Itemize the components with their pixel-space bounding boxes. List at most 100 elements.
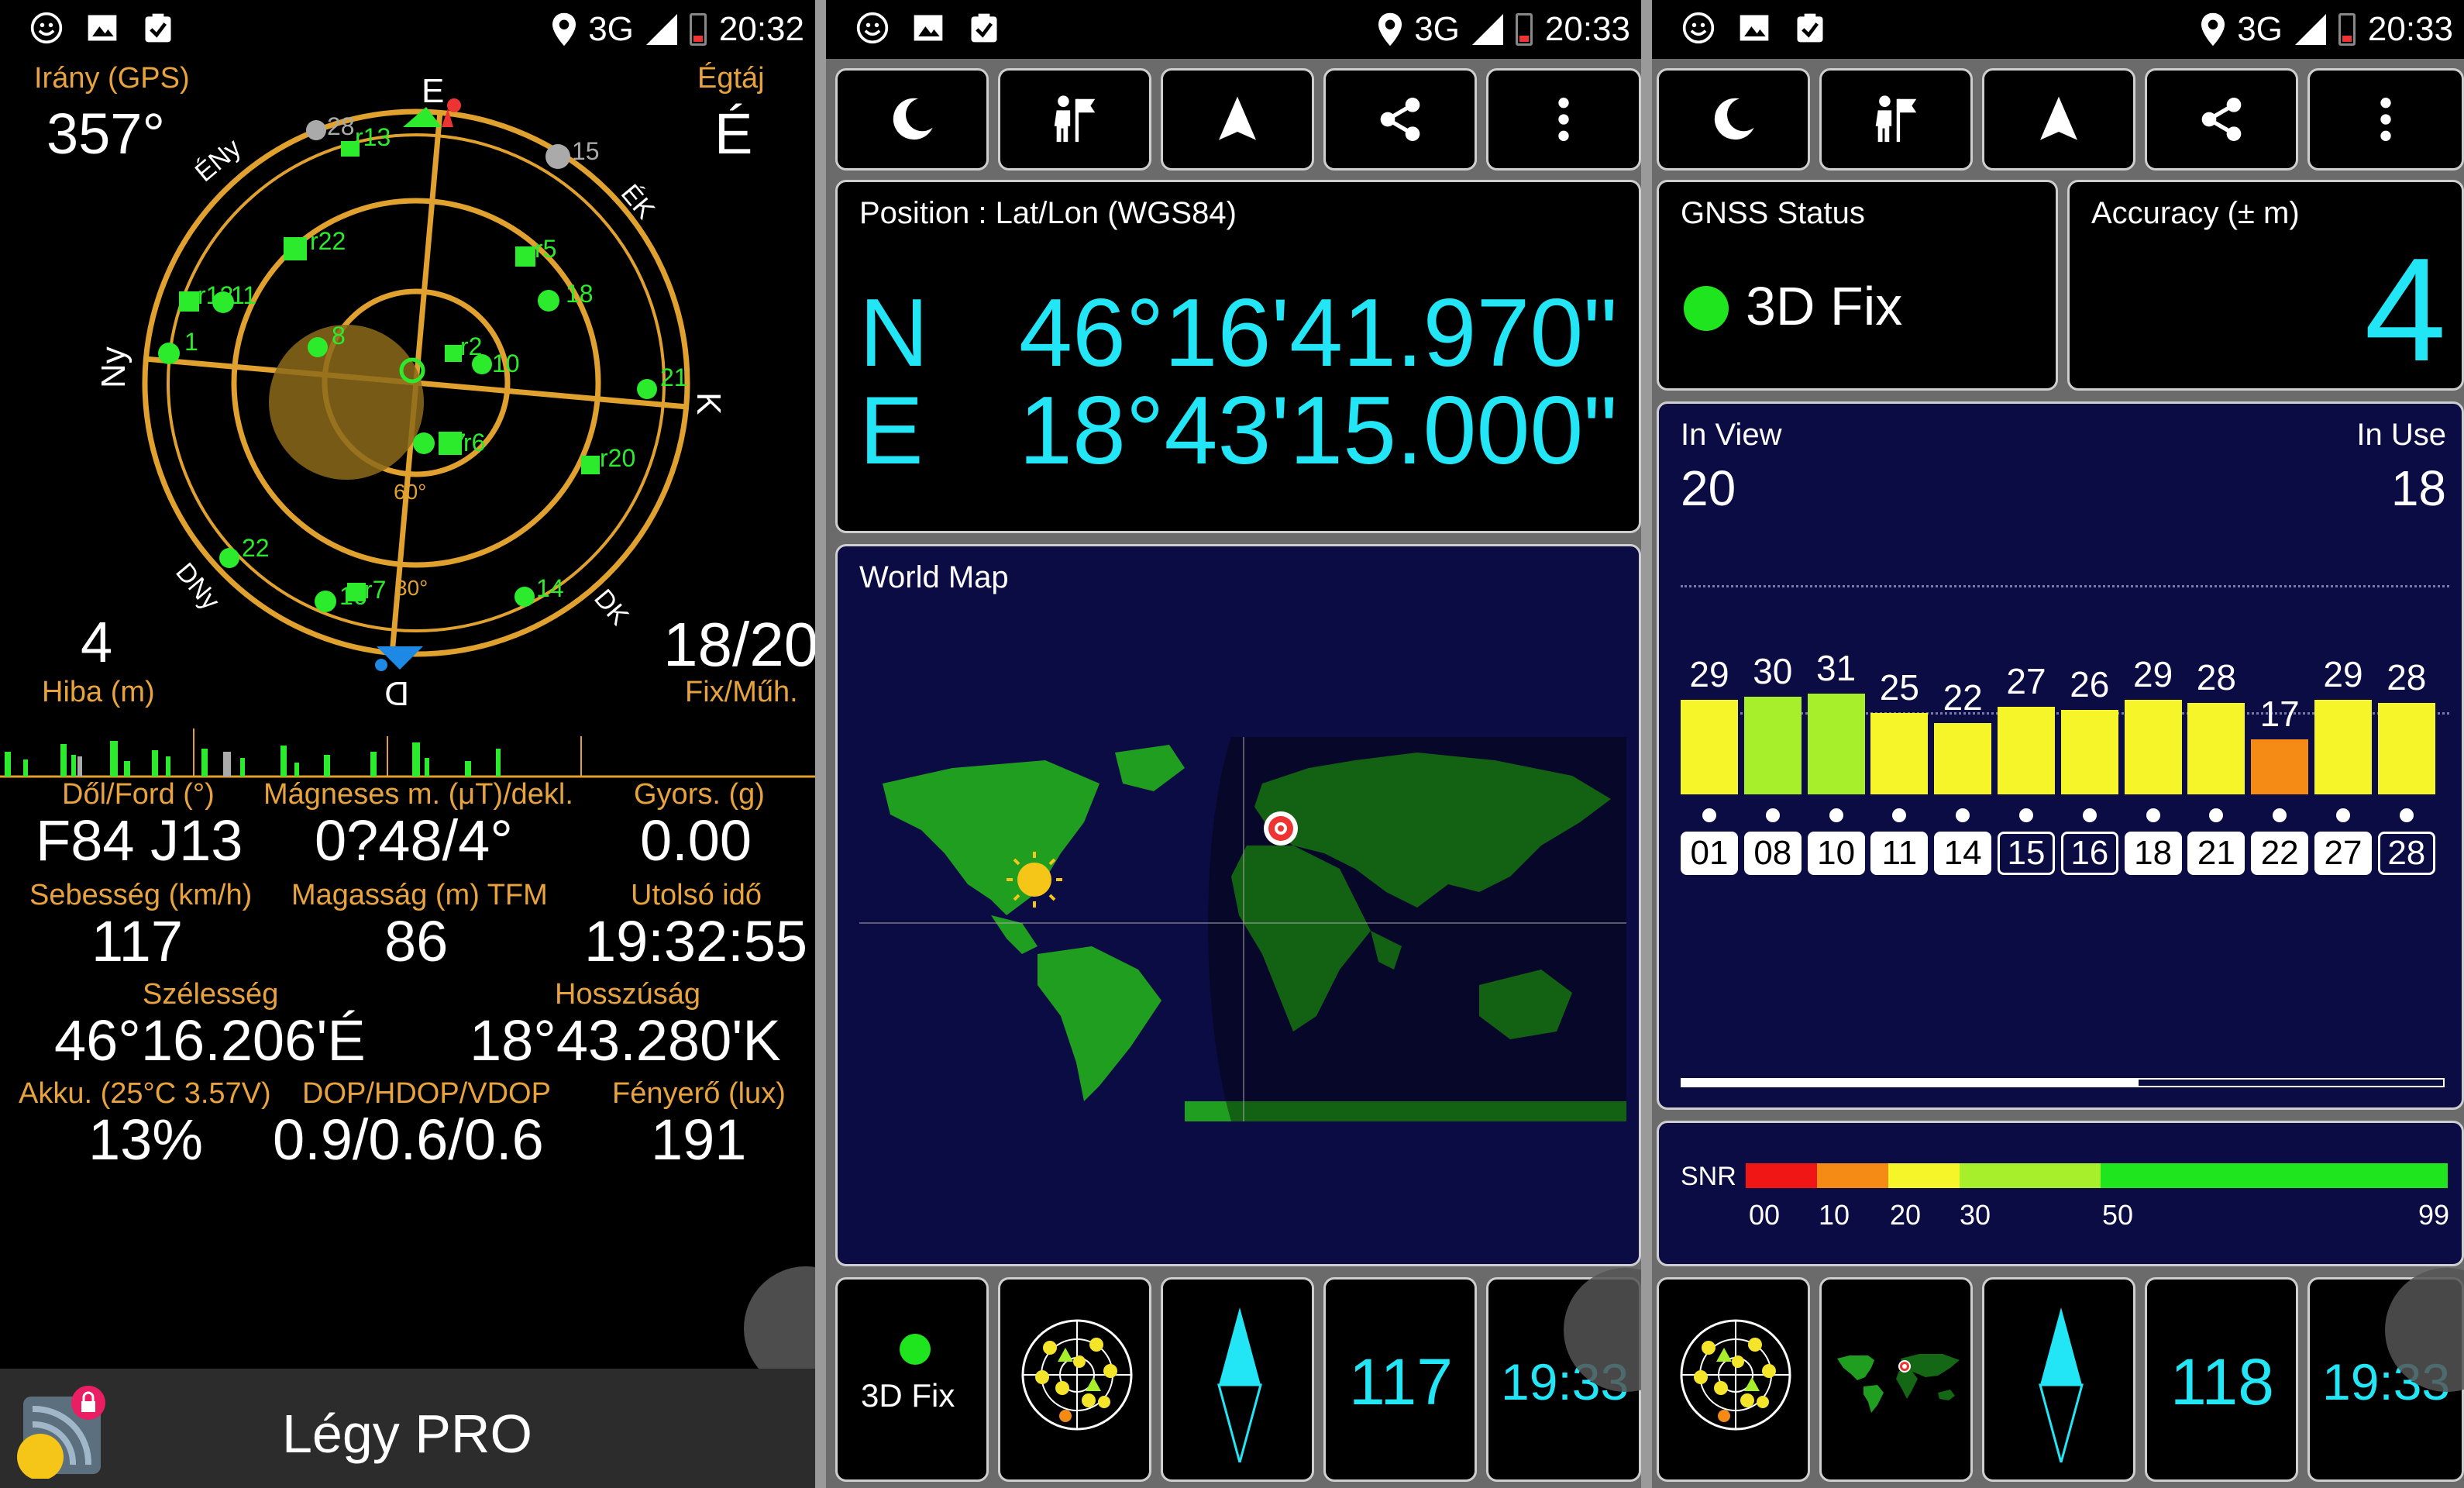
satellite-prn-label: 27 — [2314, 832, 2372, 875]
snr-bar-value: 22 — [1943, 677, 1983, 718]
speed-value: 118 — [2170, 1345, 2274, 1418]
satellite-prn-label: 08 — [1743, 832, 1802, 875]
share-button[interactable] — [2145, 68, 2298, 170]
fix-status-tile[interactable]: 3D Fix — [835, 1277, 989, 1482]
compass-tile[interactable] — [1161, 1277, 1314, 1482]
satellite-indicator-dot — [2336, 808, 2350, 822]
svg-text:16: 16 — [339, 582, 367, 610]
longitude-value: 18°43'15.000" — [1019, 377, 1618, 484]
speed-tile[interactable]: 117 — [1323, 1277, 1477, 1482]
sky-view-tile[interactable] — [998, 1277, 1151, 1482]
latitude-hemisphere: N — [859, 280, 929, 387]
emoji-icon — [30, 12, 63, 44]
compass-e: K — [690, 392, 728, 415]
scroll-thumb[interactable] — [1682, 1080, 2139, 1086]
compass-needle-icon — [1217, 1307, 1262, 1462]
compass-se: DK — [588, 584, 635, 631]
panel-divider-1 — [815, 0, 826, 1488]
error-label: Hiba (m) — [42, 676, 155, 708]
navigation-button[interactable] — [1982, 68, 2135, 170]
satellite-indicator-dot — [1892, 808, 1907, 822]
share-button[interactable] — [1323, 68, 1477, 170]
speed-value: 117 — [1349, 1345, 1453, 1418]
gnss-status-title: GNSS Status — [1681, 196, 1865, 230]
status-bar: 3G 20:33 — [826, 0, 1641, 59]
upgrade-pro-label[interactable]: Légy PRO — [282, 1403, 532, 1465]
night-mode-button[interactable] — [1657, 68, 1810, 170]
night-mode-button[interactable] — [835, 68, 989, 170]
snr-scale-20: 20 — [1890, 1199, 1922, 1231]
navigation-button[interactable] — [1161, 68, 1314, 170]
sun-shadow — [269, 325, 424, 480]
waypoint-button[interactable] — [998, 68, 1151, 170]
satellite-prn-label: 16 — [2060, 832, 2118, 875]
more-options-button[interactable] — [1486, 68, 1641, 170]
network-label: 3G — [588, 10, 634, 48]
satellite-indicator-dot — [1829, 808, 1843, 822]
image-icon — [914, 15, 943, 41]
svg-text:r13: r13 — [355, 123, 391, 151]
compass-tile[interactable] — [1982, 1277, 2135, 1482]
satellite-indicator-dot — [2146, 808, 2160, 822]
location-pin-icon — [1378, 12, 1402, 46]
svg-text:27: 27 — [439, 429, 466, 456]
grid-label-magnetic: Mágneses m. (μT)/dekl. — [263, 778, 573, 811]
waypoint-button[interactable] — [1819, 68, 1973, 170]
snr-bar — [2124, 700, 2182, 794]
emoji-icon — [1682, 12, 1715, 44]
satellite-prn-label: 01 — [1681, 832, 1738, 875]
snr-bar-value: 29 — [2133, 654, 2173, 695]
snr-bar-value: 28 — [2196, 657, 2236, 698]
accuracy-title: Accuracy (± m) — [2091, 196, 2300, 230]
grid-value-longitude: 18°43.280'K — [470, 1008, 781, 1073]
location-target-icon — [1264, 811, 1298, 846]
navigation-arrow-icon — [1219, 96, 1256, 140]
svg-text:28: 28 — [327, 112, 355, 140]
grid-value-altitude: 86 — [384, 909, 449, 973]
position-tile[interactable]: Position : Lat/Lon (WGS84) N 46°16'41.97… — [835, 180, 1641, 533]
clipboard-check-icon — [145, 13, 171, 43]
svg-text:r7: r7 — [364, 576, 386, 604]
speed-tile[interactable]: 118 — [2145, 1277, 2298, 1482]
more-options-button[interactable] — [2307, 68, 2464, 170]
panel-divider-2 — [1641, 0, 1652, 1488]
svg-text:11: 11 — [231, 281, 256, 309]
panel-gps-status: 3G 20:32 Irány (GPS) 357° Égtáj É r13 r2… — [0, 0, 815, 1488]
svg-text:r12: r12 — [198, 281, 233, 309]
grid-label-dop: DOP/HDOP/VDOP — [302, 1077, 551, 1110]
in-view-label: In View — [1681, 418, 1782, 452]
scroll-indicator[interactable] — [1681, 1078, 2445, 1087]
snr-bar — [2314, 700, 2372, 794]
snr-bar — [1681, 700, 1738, 794]
hiker-flag-icon — [1054, 95, 1096, 143]
svg-text:r2: r2 — [460, 332, 482, 360]
grid-label-speed: Sebesség (km/h) — [29, 879, 253, 911]
fix-label: Fix/Műh. — [685, 676, 798, 708]
grid-label-accel: Gyors. (g) — [634, 778, 765, 811]
error-value: 4 — [81, 610, 113, 674]
satellite-indicator-dot — [2082, 808, 2097, 822]
accuracy-tile[interactable]: Accuracy (± m) 4 — [2067, 180, 2464, 392]
ad-bar[interactable]: Légy PRO — [0, 1369, 815, 1488]
clipboard-check-icon — [1797, 13, 1823, 43]
snr-scale-00: 00 — [1749, 1199, 1781, 1231]
world-map-tile-small[interactable] — [1819, 1277, 1973, 1482]
grid-value-accel: 0.00 — [640, 808, 752, 873]
satellite-snr-tile[interactable]: In View 20 In Use 18 29 01 30 08 31 10 25 11 22 1… — [1657, 401, 2464, 1110]
world-map-tile[interactable]: World Map — [835, 544, 1641, 1266]
more-vert-icon — [1558, 98, 1569, 141]
snr-bar — [1807, 693, 1865, 794]
grid-value-latitude: 46°16.206'É — [54, 1008, 366, 1073]
satellite-indicator-dot — [1956, 808, 1970, 822]
grid-value-lux: 191 — [651, 1107, 747, 1172]
sky-view-tile[interactable] — [1657, 1277, 1810, 1482]
compass-needle-icon — [2039, 1307, 2084, 1462]
satellite-prn-label: 15 — [1998, 832, 2055, 875]
moon-icon — [1714, 98, 1754, 140]
gnss-status-tile[interactable]: GNSS Status 3D Fix — [1657, 180, 2058, 391]
sky-plot: r13r22r12 111 8 r518r2 10 2127 r6r2022 16r… — [95, 78, 728, 712]
snr-scale-99: 99 — [2418, 1199, 2450, 1231]
snr-bar-value: 27 — [2006, 660, 2046, 701]
satellite-indicator-dot — [2019, 808, 2033, 822]
clock: 20:32 — [718, 10, 804, 48]
